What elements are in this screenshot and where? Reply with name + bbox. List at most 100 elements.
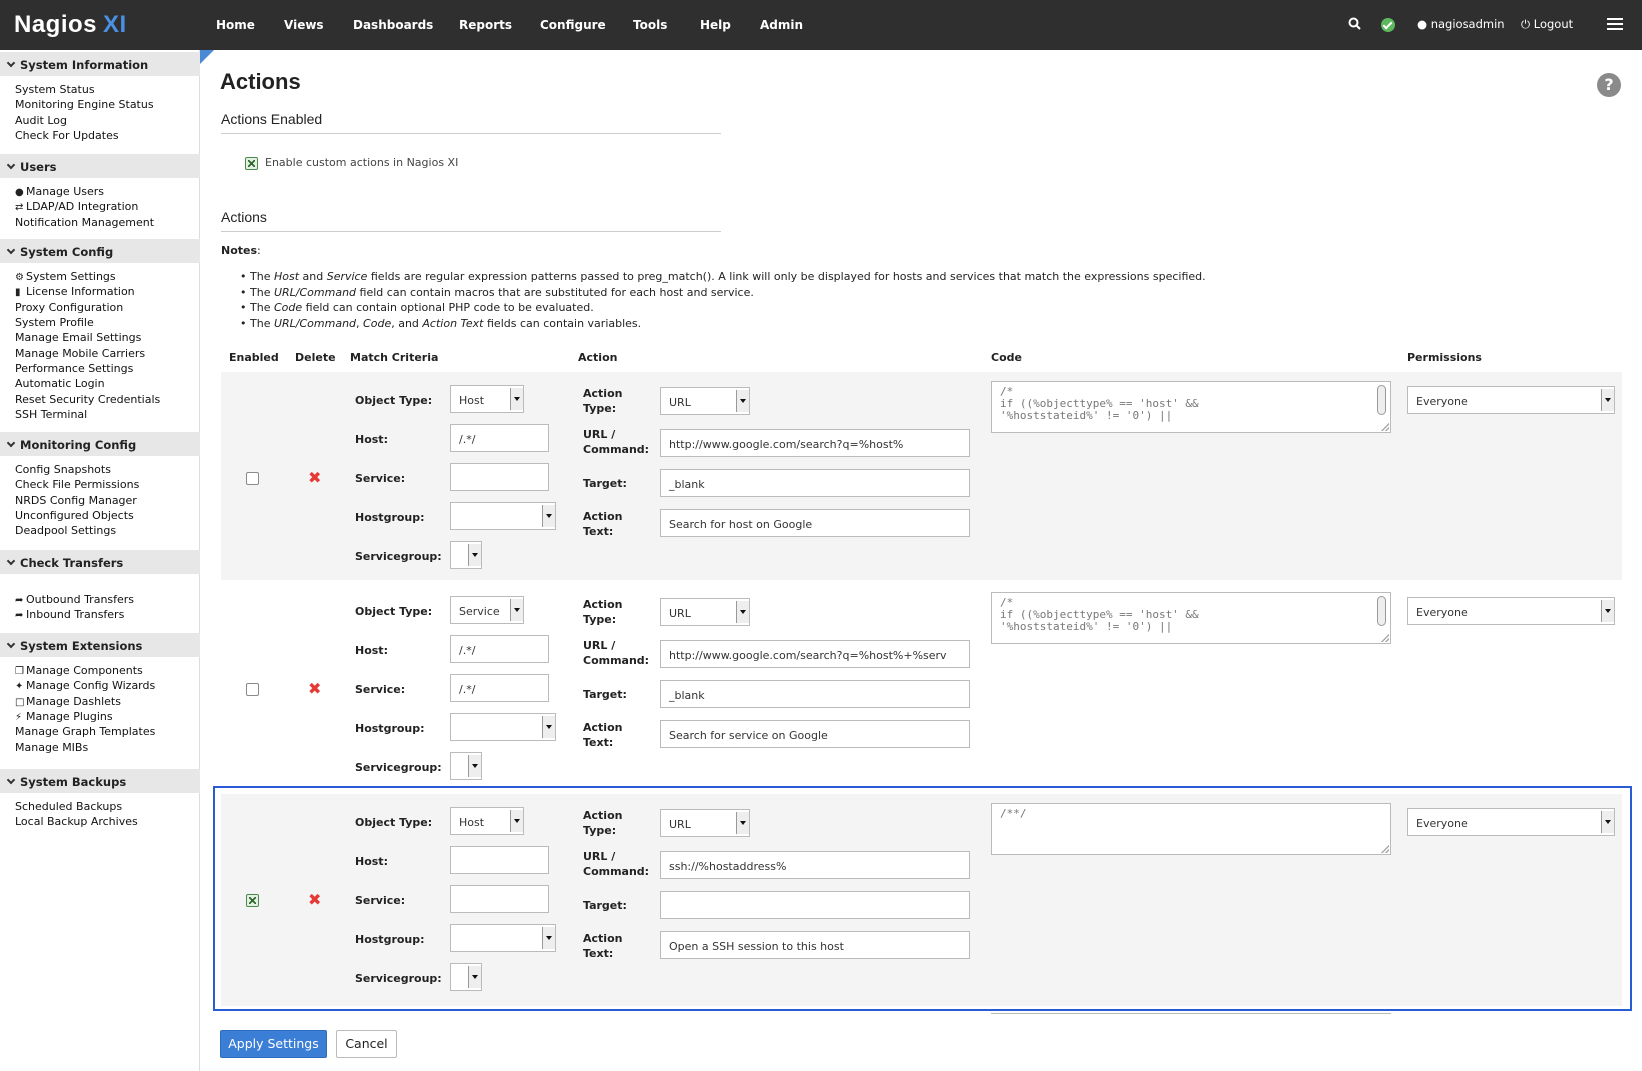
sidebar-item-manage-dashlets[interactable]: □ Manage Dashlets [15, 695, 121, 708]
nav-reports[interactable]: Reports [459, 18, 512, 32]
sidebar-item-check-for-updates[interactable]: Check For Updates [15, 129, 119, 142]
permissions-select[interactable]: Everyone [1407, 386, 1615, 414]
help-icon[interactable]: ? [1597, 73, 1621, 97]
action-text-input[interactable]: Search for service on Google [660, 720, 970, 748]
user-menu[interactable]: ● nagiosadmin [1417, 17, 1505, 31]
permissions-select[interactable]: Everyone [1407, 597, 1615, 625]
sidebar-item-check-file-permissions[interactable]: Check File Permissions [15, 478, 139, 491]
search-icon[interactable] [1348, 17, 1361, 33]
apply-settings-button[interactable]: Apply Settings [220, 1030, 327, 1058]
sidebar-item-automatic-login[interactable]: Automatic Login [15, 377, 105, 390]
sidebar-section-users[interactable]: Users [0, 154, 200, 178]
sidebar-item-outbound-transfers[interactable]: ➦ Outbound Transfers [15, 593, 134, 606]
hostgroup-select[interactable] [450, 502, 556, 530]
sidebar-item-config-snapshots[interactable]: Config Snapshots [15, 463, 111, 476]
action-type-select[interactable]: URL [660, 387, 750, 415]
sidebar-item-manage-plugins[interactable]: ⚡ Manage Plugins [15, 710, 113, 723]
sidebar-section-system-extensions[interactable]: System Extensions [0, 633, 200, 657]
target-input[interactable]: _blank [660, 680, 970, 708]
sidebar-item-audit-log[interactable]: Audit Log [15, 114, 67, 127]
servicegroup-select[interactable] [450, 963, 482, 991]
scrollbar[interactable] [1377, 385, 1386, 415]
row-enabled-checkbox[interactable] [246, 472, 259, 485]
sidebar-item-license-information[interactable]: ▮ License Information [15, 285, 135, 298]
cancel-button[interactable]: Cancel [336, 1030, 397, 1058]
code-textarea[interactable]: /* if ((%objecttype% == 'host' && '%host… [991, 592, 1391, 644]
object-type-select[interactable]: Host [450, 385, 524, 413]
sidebar-item-manage-email-settings[interactable]: Manage Email Settings [15, 331, 141, 344]
action-type-select[interactable]: URL [660, 598, 750, 626]
sidebar-section-check-transfers[interactable]: Check Transfers [0, 550, 200, 574]
sidebar-item-system-status[interactable]: System Status [15, 83, 95, 96]
delete-icon[interactable]: ✖ [308, 892, 321, 908]
enable-actions-checkbox[interactable] [245, 157, 258, 170]
sidebar-item-manage-components[interactable]: ❐ Manage Components [15, 664, 143, 677]
sidebar-item-unconfigured-objects[interactable]: Unconfigured Objects [15, 509, 134, 522]
row-enabled-checkbox[interactable] [246, 894, 259, 907]
service-input[interactable] [450, 463, 549, 491]
nav-configure[interactable]: Configure [540, 18, 606, 32]
service-input[interactable]: /.*/ [450, 674, 549, 702]
sidebar-item-ldap-ad[interactable]: ⇄ LDAP/AD Integration [15, 200, 138, 213]
object-type-select[interactable]: Service [450, 596, 524, 624]
code-textarea[interactable]: /**/ [991, 803, 1391, 855]
sidebar-item-monitoring-engine-status[interactable]: Monitoring Engine Status [15, 98, 154, 111]
sidebar-section-system-information[interactable]: System Information [0, 52, 200, 76]
resize-handle[interactable] [1381, 845, 1389, 853]
target-input[interactable]: _blank [660, 469, 970, 497]
host-input[interactable]: /.*/ [450, 424, 549, 452]
nav-help[interactable]: Help [700, 18, 731, 32]
sidebar-item-system-profile[interactable]: System Profile [15, 316, 94, 329]
code-textarea[interactable]: /* if ((%objecttype% == 'host' && '%host… [991, 381, 1391, 433]
servicegroup-select[interactable] [450, 541, 482, 569]
scrollbar[interactable] [1377, 596, 1386, 626]
sidebar-item-deadpool-settings[interactable]: Deadpool Settings [15, 524, 116, 537]
sidebar-item-local-backup-archives[interactable]: Local Backup Archives [15, 815, 138, 828]
object-type-select[interactable]: Host [450, 807, 524, 835]
target-input[interactable] [660, 891, 970, 919]
sidebar-section-system-config[interactable]: System Config [0, 239, 200, 263]
action-text-input[interactable]: Search for host on Google [660, 509, 970, 537]
service-input[interactable] [450, 885, 549, 913]
action-type-select[interactable]: URL [660, 809, 750, 837]
sidebar-item-system-settings[interactable]: ⚙ System Settings [15, 270, 116, 283]
status-ok-icon[interactable] [1381, 18, 1395, 32]
nav-dashboards[interactable]: Dashboards [353, 18, 433, 32]
resize-handle[interactable] [1381, 423, 1389, 431]
action-text-input[interactable]: Open a SSH session to this host [660, 931, 970, 959]
menu-icon[interactable] [1607, 18, 1623, 31]
sidebar-item-performance-settings[interactable]: Performance Settings [15, 362, 133, 375]
url-command-input[interactable]: http://www.google.com/search?q=%host% [660, 429, 970, 457]
host-input[interactable]: /.*/ [450, 635, 549, 663]
resize-handle[interactable] [1381, 634, 1389, 642]
servicegroup-select[interactable] [450, 752, 482, 780]
nav-views[interactable]: Views [284, 18, 324, 32]
sidebar-section-monitoring-config[interactable]: Monitoring Config [0, 432, 200, 456]
sidebar-item-manage-config-wizards[interactable]: ✦ Manage Config Wizards [15, 679, 155, 692]
sidebar-item-notification-management[interactable]: Notification Management [15, 216, 154, 229]
sidebar-item-manage-mibs[interactable]: Manage MIBs [15, 741, 88, 754]
nagios-xi-logo[interactable]: Nagios XI [14, 11, 127, 39]
delete-icon[interactable]: ✖ [308, 470, 321, 486]
hostgroup-select[interactable] [450, 713, 556, 741]
nav-admin[interactable]: Admin [760, 18, 803, 32]
url-command-input[interactable]: ssh://%hostaddress% [660, 851, 970, 879]
sidebar-section-system-backups[interactable]: System Backups [0, 769, 200, 793]
logout-link[interactable]: ⏻ Logout [1521, 17, 1573, 32]
sidebar-item-proxy-configuration[interactable]: Proxy Configuration [15, 301, 123, 314]
delete-icon[interactable]: ✖ [308, 681, 321, 697]
sidebar-item-nrds-config-manager[interactable]: NRDS Config Manager [15, 494, 137, 507]
sidebar-item-inbound-transfers[interactable]: ➦ Inbound Transfers [15, 608, 124, 621]
sidebar-toggle-icon[interactable] [200, 50, 214, 64]
sidebar-item-reset-security-credentials[interactable]: Reset Security Credentials [15, 393, 160, 406]
sidebar-item-manage-users[interactable]: ● Manage Users [15, 185, 104, 198]
sidebar-item-scheduled-backups[interactable]: Scheduled Backups [15, 800, 122, 813]
sidebar-item-manage-mobile-carriers[interactable]: Manage Mobile Carriers [15, 347, 145, 360]
hostgroup-select[interactable] [450, 924, 556, 952]
host-input[interactable] [450, 846, 549, 874]
sidebar-item-ssh-terminal[interactable]: SSH Terminal [15, 408, 87, 421]
url-command-input[interactable]: http://www.google.com/search?q=%host%+%s… [660, 640, 970, 668]
row-enabled-checkbox[interactable] [246, 683, 259, 696]
permissions-select[interactable]: Everyone [1407, 808, 1615, 836]
nav-home[interactable]: Home [216, 18, 255, 32]
